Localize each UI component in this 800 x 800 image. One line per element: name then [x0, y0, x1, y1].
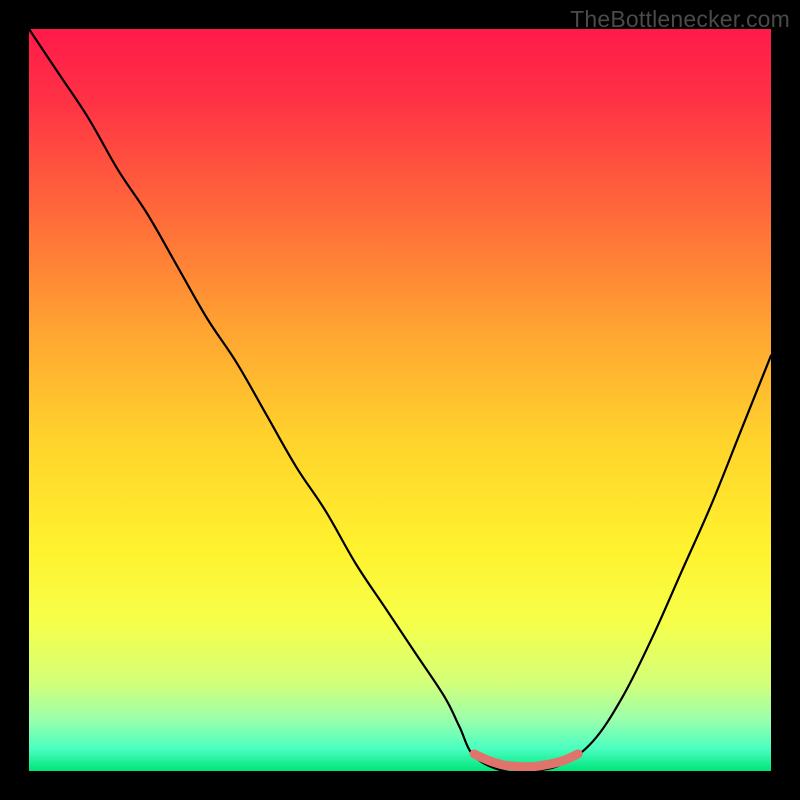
chart-frame: TheBottleneсker.com — [0, 0, 800, 800]
chart-svg — [29, 29, 771, 771]
plot-area — [29, 29, 771, 771]
gradient-background — [29, 29, 771, 771]
watermark-text: TheBottleneсker.com — [570, 6, 790, 33]
